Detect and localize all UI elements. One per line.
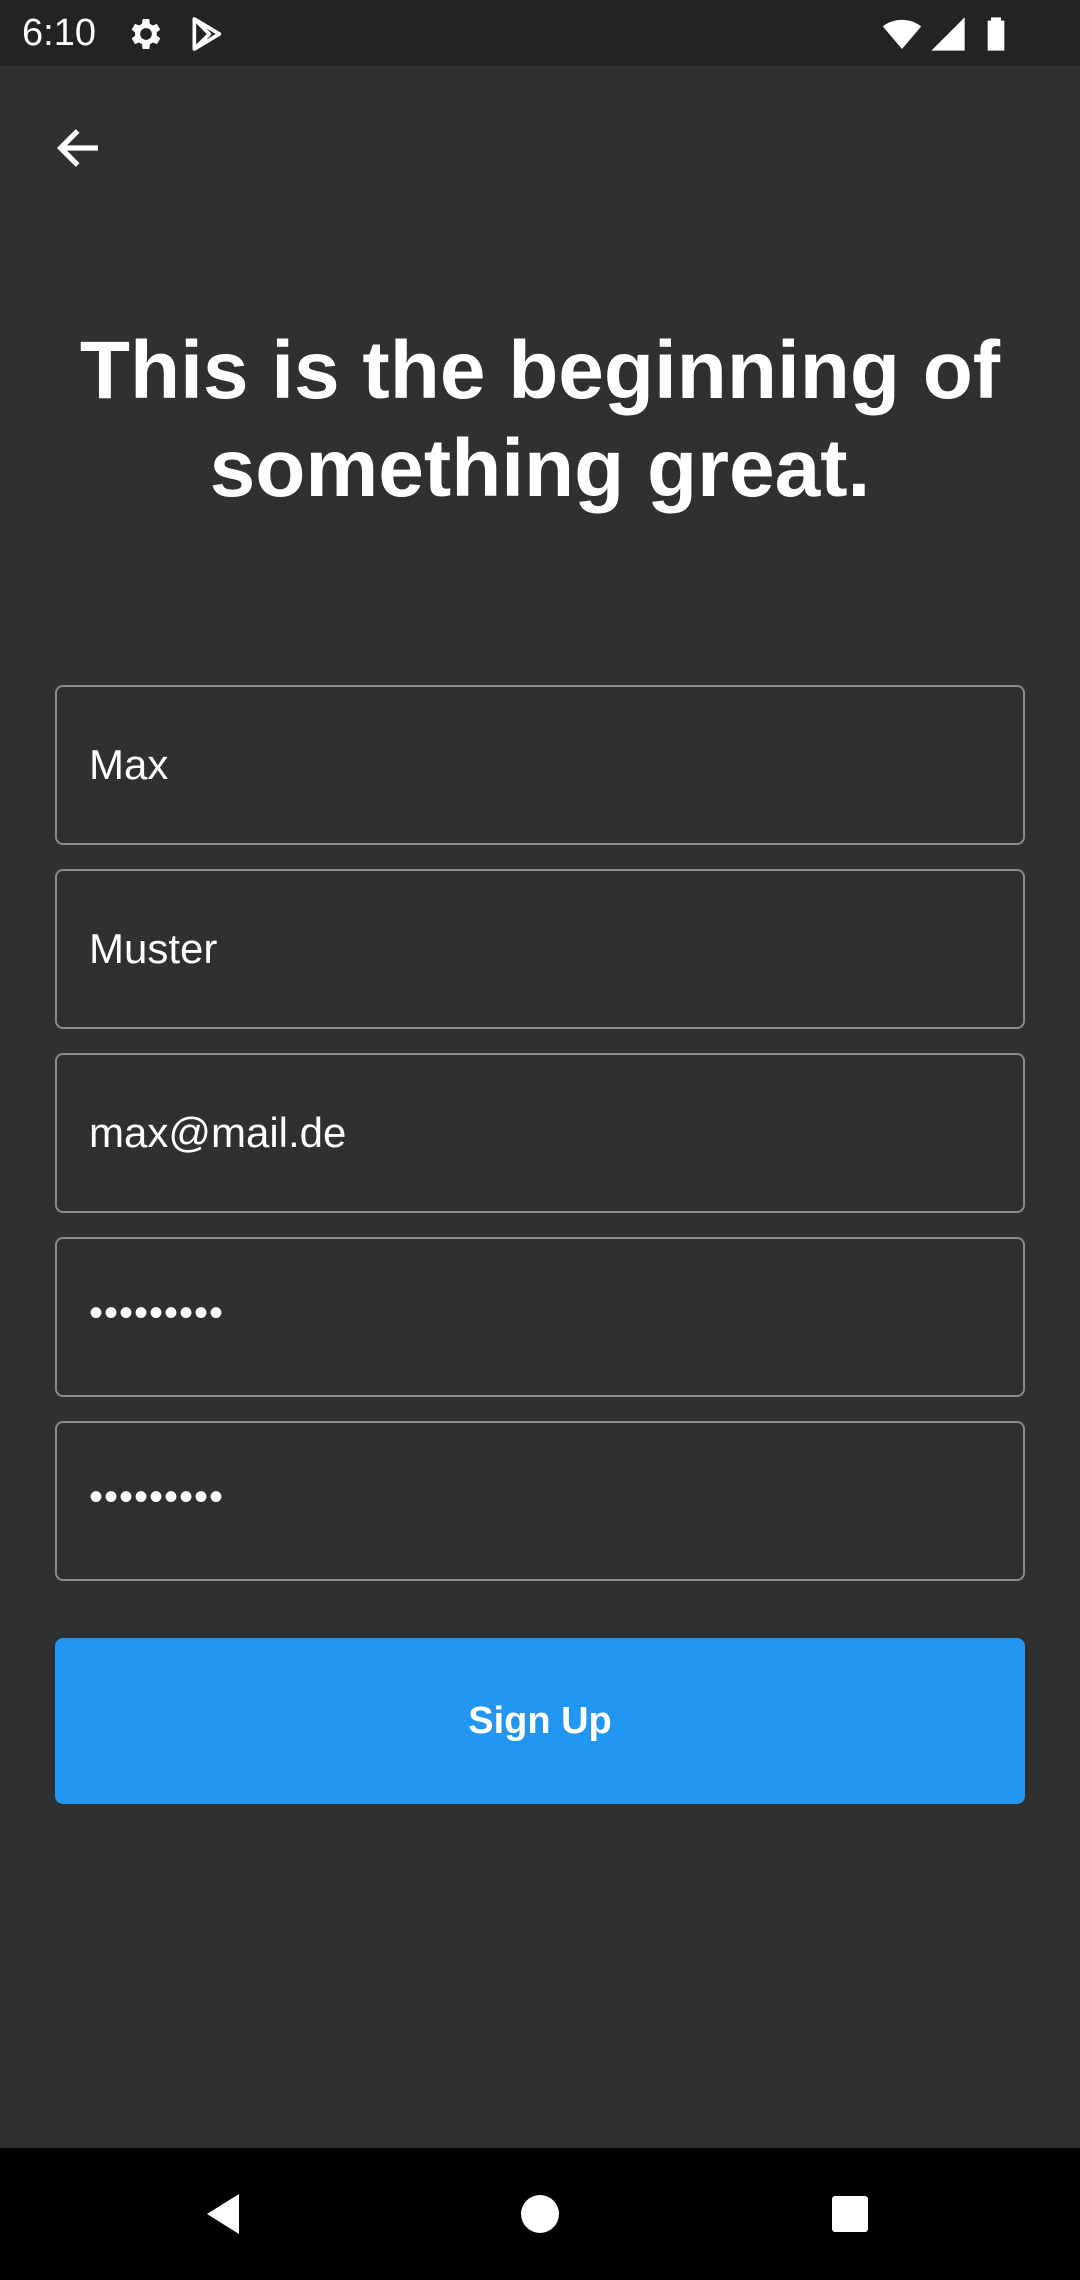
arrow-left-icon bbox=[56, 129, 98, 167]
first-name-value: Max bbox=[89, 741, 169, 788]
password-value: ••••••••• bbox=[89, 1290, 225, 1335]
email-value: max@mail.de bbox=[89, 1109, 347, 1156]
page-title: This is the beginning of something great… bbox=[79, 325, 1001, 514]
nav-home-button[interactable] bbox=[500, 2174, 580, 2254]
signal-icon bbox=[928, 14, 968, 54]
play-store-icon bbox=[186, 14, 226, 54]
confirm-password-value: ••••••••• bbox=[89, 1474, 225, 1519]
wifi-icon bbox=[880, 14, 924, 54]
nav-recents-button[interactable] bbox=[810, 2174, 890, 2254]
status-bar: 6:10 bbox=[0, 0, 1080, 66]
back-triangle-icon bbox=[207, 2194, 239, 2234]
gear-icon bbox=[126, 14, 166, 54]
password-field[interactable]: ••••••••• bbox=[55, 1237, 1025, 1397]
status-time: 6:10 bbox=[22, 12, 96, 54]
last-name-field[interactable]: Muster bbox=[55, 869, 1025, 1029]
last-name-value: Muster bbox=[89, 925, 218, 972]
sign-up-button[interactable]: Sign Up bbox=[55, 1638, 1025, 1804]
battery-icon bbox=[976, 14, 1016, 54]
navigation-bar bbox=[0, 2148, 1080, 2280]
home-circle-icon bbox=[521, 2195, 559, 2233]
email-field[interactable]: max@mail.de bbox=[55, 1053, 1025, 1213]
confirm-password-field[interactable]: ••••••••• bbox=[55, 1421, 1025, 1581]
nav-back-button[interactable] bbox=[185, 2174, 265, 2254]
back-button[interactable] bbox=[40, 110, 116, 186]
sign-up-label: Sign Up bbox=[468, 1699, 612, 1742]
signup-screen: 6:10 This is the beginning of something … bbox=[0, 0, 1080, 2280]
first-name-field[interactable]: Max bbox=[55, 685, 1025, 845]
recents-square-icon bbox=[832, 2196, 868, 2232]
